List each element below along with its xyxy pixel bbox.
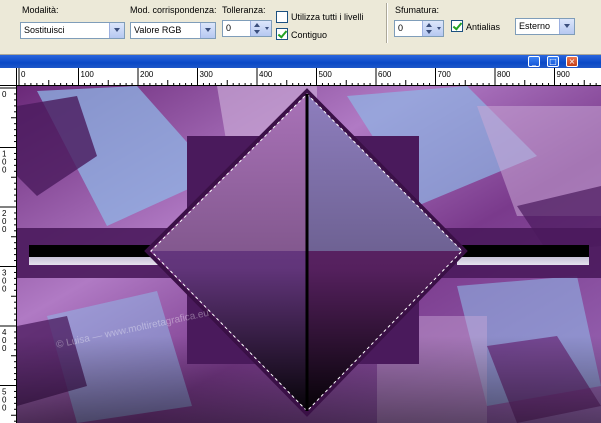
match-mode-select[interactable]: Valore RGB	[130, 22, 216, 39]
contiguous-checkbox[interactable]	[276, 28, 288, 40]
antialias-label: Antialias	[466, 22, 501, 32]
horizontal-ruler[interactable]: 0 100 200 300 400 500 600 700 800 900	[17, 68, 601, 86]
toolbar-separator	[386, 3, 388, 43]
spinner-buttons[interactable]	[250, 21, 271, 36]
use-all-layers-label: Utilizza tutti i livelli	[291, 12, 364, 22]
ruler-label: 800	[497, 70, 511, 79]
feather-label: Sfumatura:	[395, 5, 440, 15]
ruler-label: 0	[2, 344, 7, 353]
ruler-label: 900	[557, 70, 571, 79]
ruler-label: 0	[2, 404, 7, 413]
mode-select[interactable]: Sostituisci	[20, 22, 125, 39]
spin-up-icon[interactable]	[426, 23, 432, 27]
tolerance-spinner[interactable]: 0	[222, 20, 272, 37]
feather-value: 0	[398, 23, 404, 33]
tolerance-value: 0	[226, 23, 232, 33]
close-button[interactable]: ×	[566, 56, 578, 67]
tool-options-bar: Modalità: Sostituisci Mod. corrispondenz…	[0, 0, 601, 55]
image-canvas[interactable]: © Luisa — www.moltiretagrafica.eu	[17, 86, 601, 423]
right-light-bar	[457, 257, 589, 265]
ruler-label: 0	[2, 285, 7, 294]
antialias-mode-select[interactable]: Esterno	[515, 18, 575, 35]
ruler-label: 0	[2, 225, 7, 234]
mode-value: Sostituisci	[24, 25, 65, 35]
horizontal-ruler-ticks: 0 100 200 300 400 500 600 700 800 900	[18, 68, 597, 86]
minimize-button[interactable]: _	[528, 56, 540, 67]
dropdown-arrow-icon[interactable]	[265, 27, 269, 30]
contiguous-label: Contiguo	[291, 30, 328, 40]
match-mode-label: Mod. corrispondenza:	[130, 5, 217, 15]
mode-label: Modalità:	[22, 5, 59, 15]
right-black-bar	[457, 245, 589, 257]
spin-up-icon[interactable]	[254, 23, 260, 27]
ruler-label: 700	[438, 70, 452, 79]
chevron-down-icon[interactable]	[559, 19, 574, 34]
chevron-down-icon[interactable]	[109, 23, 124, 38]
ruler-label: 600	[378, 70, 392, 79]
match-mode-value: Valore RGB	[134, 25, 182, 35]
ruler-label: 0	[2, 166, 7, 175]
artwork[interactable]: © Luisa — www.moltiretagrafica.eu	[17, 86, 601, 423]
ruler-label: 100	[81, 70, 95, 79]
ruler-label: 0	[2, 90, 7, 99]
antialias-checkbox[interactable]	[451, 20, 463, 32]
antialias-mode-value: Esterno	[519, 21, 551, 31]
document-window: _ □ × 0 100 200 300 400 500 600 700 800 900 0 100 2…	[0, 55, 601, 423]
spin-down-icon[interactable]	[426, 30, 432, 34]
chevron-down-icon[interactable]	[200, 23, 215, 38]
vertical-ruler[interactable]: 0100200300400500	[0, 86, 17, 423]
ruler-label: 200	[140, 70, 154, 79]
vertical-ruler-ticks: 0100200300400500	[0, 87, 17, 422]
ruler-label: 300	[200, 70, 214, 79]
feather-spinner[interactable]: 0	[394, 20, 444, 37]
dropdown-arrow-icon[interactable]	[437, 27, 441, 30]
ruler-corner	[0, 68, 17, 86]
spinner-buttons[interactable]	[422, 21, 443, 36]
ruler-label: 500	[319, 70, 333, 79]
document-title-bar[interactable]: _ □ ×	[0, 55, 601, 68]
use-all-layers-checkbox[interactable]	[276, 11, 288, 23]
ruler-label: 0	[21, 70, 26, 79]
spin-down-icon[interactable]	[254, 30, 260, 34]
ruler-label: 400	[259, 70, 273, 79]
tolerance-label: Tolleranza:	[222, 5, 266, 15]
maximize-button[interactable]: □	[547, 56, 559, 67]
